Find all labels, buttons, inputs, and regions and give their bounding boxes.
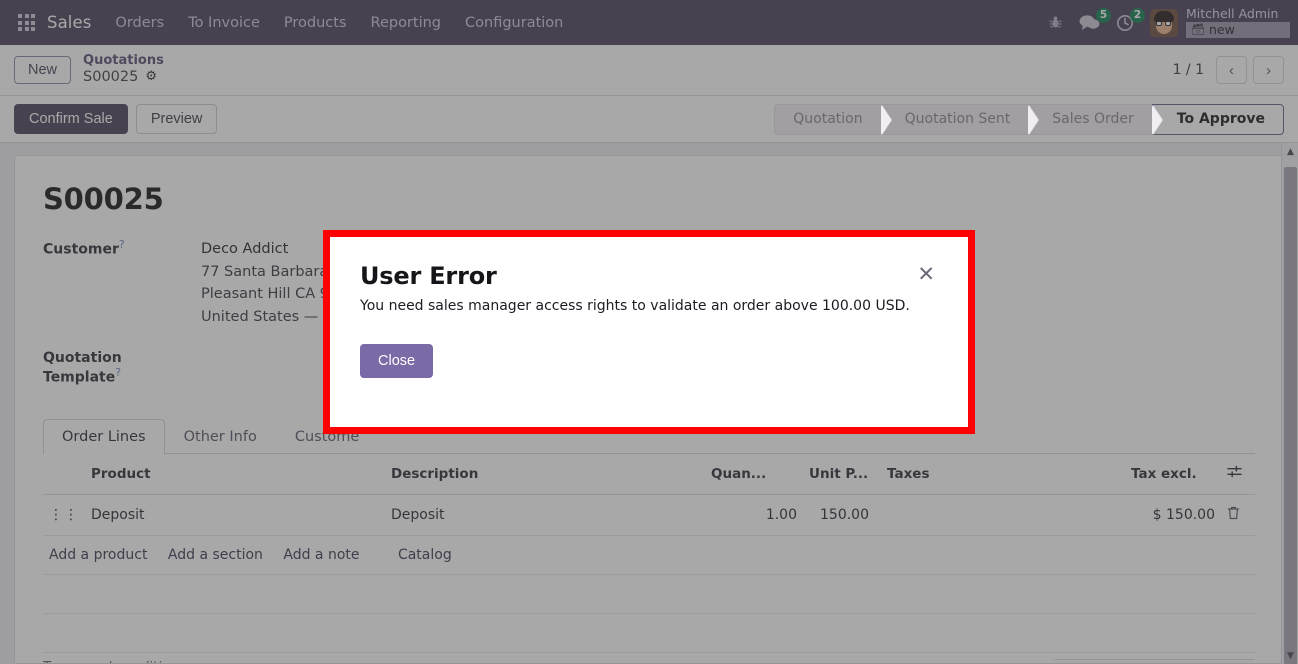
dialog-message: You need sales manager access rights to … xyxy=(360,298,910,314)
user-error-dialog: User Error ✕ You need sales manager acce… xyxy=(330,237,968,427)
close-x-icon[interactable]: ✕ xyxy=(914,262,938,287)
dialog-header: User Error ✕ xyxy=(360,262,938,290)
close-button[interactable]: Close xyxy=(360,344,434,378)
dialog-highlight-outline: User Error ✕ You need sales manager acce… xyxy=(323,230,975,434)
dialog-title: User Error xyxy=(360,262,497,290)
